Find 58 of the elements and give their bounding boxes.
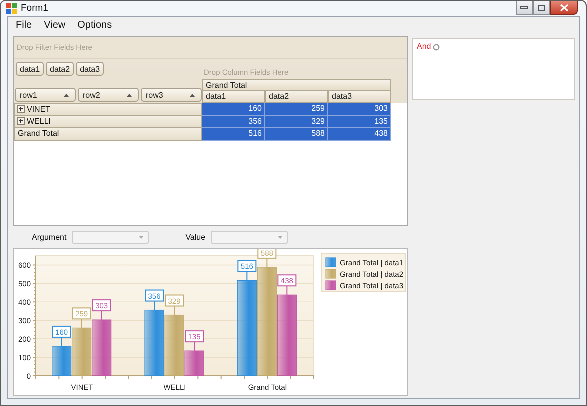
selector-label: Argument (32, 232, 67, 242)
column-header[interactable]: data1 (202, 91, 265, 103)
menu-item[interactable]: View (38, 20, 72, 31)
row-header[interactable]: WELLI (14, 116, 202, 128)
sort-ascending-icon (127, 94, 132, 96)
close-icon (560, 4, 568, 12)
row-header[interactable]: VINET (14, 103, 202, 116)
bar (144, 310, 164, 376)
sort-ascending-icon (64, 94, 69, 96)
row-label: WELLI (27, 116, 52, 126)
data-field-button[interactable]: data3 (76, 62, 104, 76)
close-button[interactable] (550, 1, 578, 15)
table-cell[interactable]: 329 (265, 116, 328, 128)
column-header[interactable]: data3 (328, 91, 391, 103)
minimize-button[interactable] (516, 1, 533, 15)
expand-icon[interactable] (17, 117, 25, 126)
row-header[interactable]: Grand Total (14, 128, 202, 140)
operator-link[interactable]: And (417, 42, 432, 51)
data-field-button[interactable]: data2 (46, 62, 74, 76)
table-cell[interactable]: 356 (202, 116, 265, 128)
table-cell[interactable]: 588 (265, 128, 328, 140)
app-icon (6, 2, 17, 14)
leader-line (286, 286, 288, 296)
table-cell[interactable]: 438 (328, 128, 391, 140)
leader-line (246, 271, 248, 282)
column-header[interactable]: Grand Total (202, 79, 391, 91)
leader-line (154, 300, 155, 311)
menu-item[interactable]: Options (72, 20, 118, 31)
sort-ascending-icon (190, 94, 195, 96)
table-cell[interactable]: 259 (265, 103, 328, 116)
leader-line (266, 258, 268, 268)
row-field-button[interactable]: row3 (141, 88, 202, 102)
add-condition-icon[interactable] (433, 44, 440, 51)
maximize-icon (537, 4, 546, 12)
row-label: Grand Total (17, 129, 60, 138)
bar (92, 320, 112, 376)
column-header[interactable]: data2 (265, 91, 328, 103)
expand-icon[interactable] (17, 105, 25, 114)
menu-item[interactable]: File (10, 20, 38, 31)
table-cell[interactable]: 303 (328, 103, 391, 116)
window-title: Form1 (21, 2, 48, 14)
table-cell[interactable]: 135 (328, 116, 391, 128)
leader-line (194, 342, 195, 352)
caret-icon (278, 236, 283, 238)
leader-line (81, 318, 82, 329)
caret-icon (138, 236, 144, 238)
leader-line (61, 336, 62, 347)
minimize-icon (520, 5, 529, 10)
data-field-button[interactable]: data1 (16, 62, 44, 76)
table-cell[interactable]: 160 (202, 103, 265, 116)
table-cell[interactable]: 516 (202, 128, 265, 140)
row-field-button[interactable]: row1 (15, 88, 76, 102)
leader-line (174, 306, 175, 316)
selector-label: Value (186, 232, 206, 242)
row-label: VINET (27, 104, 51, 114)
leader-line (101, 310, 102, 321)
row-field-button[interactable]: row2 (78, 88, 139, 102)
maximize-button[interactable] (533, 1, 550, 15)
